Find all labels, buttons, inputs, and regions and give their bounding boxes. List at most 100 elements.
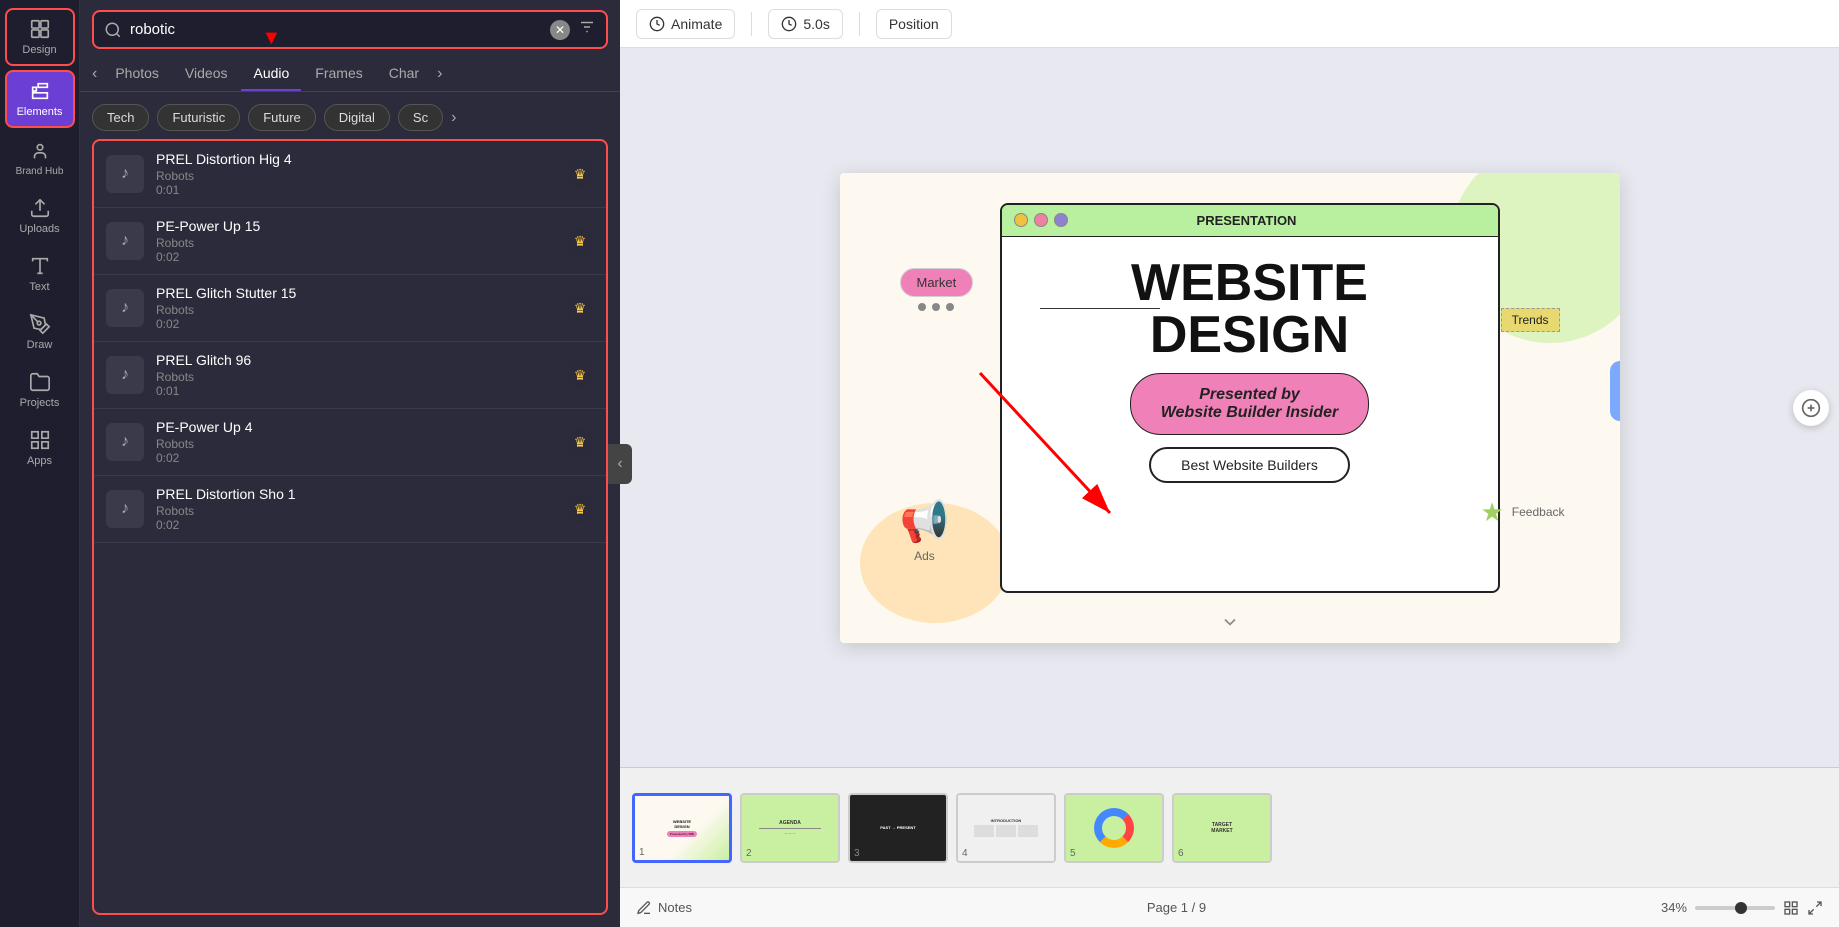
presented-by-button: Presented byWebsite Builder Insider xyxy=(1130,373,1370,435)
toolbar-separator-2 xyxy=(859,12,860,36)
audio-item-1[interactable]: ♪ PREL Distortion Hig 4 Robots 0:01 ♛ xyxy=(94,141,606,208)
audio-item-2[interactable]: ♪ PE-Power Up 15 Robots 0:02 ♛ xyxy=(94,208,606,275)
add-animation-button[interactable] xyxy=(1793,390,1829,426)
chip-futuristic[interactable]: Futuristic xyxy=(157,104,240,131)
sidebar-item-apps[interactable]: Apps xyxy=(5,421,75,475)
ads-icon: 📢 xyxy=(900,498,950,545)
audio-duration-4: 0:01 xyxy=(156,384,554,398)
clock-icon xyxy=(781,16,797,32)
audio-title-3: PREL Glitch Stutter 15 xyxy=(156,285,554,301)
cat-prev-button[interactable]: ‹ xyxy=(88,61,101,87)
audio-title-1: PREL Distortion Hig 4 xyxy=(156,151,554,167)
crown-badge-2: ♛ xyxy=(566,227,594,255)
audio-subtitle-5: Robots xyxy=(156,437,554,451)
grid-icon[interactable] xyxy=(1783,900,1799,916)
browser-titlebar: PRESENTATION xyxy=(1002,205,1498,237)
thumb-num-2: 2 xyxy=(746,848,752,859)
audio-info-2: PE-Power Up 15 Robots 0:02 xyxy=(156,218,554,264)
animate-button[interactable]: Animate xyxy=(636,9,735,39)
thumbnail-6[interactable]: TARGETMARKET 6 xyxy=(1172,793,1272,863)
audio-title-2: PE-Power Up 15 xyxy=(156,218,554,234)
browser-window: PRESENTATION WEBSITE DESIGN Presented by… xyxy=(1000,203,1500,593)
sidebar-item-design[interactable]: Design xyxy=(5,8,75,66)
audio-item-5[interactable]: ♪ PE-Power Up 4 Robots 0:02 ♛ xyxy=(94,409,606,476)
audio-item-3[interactable]: ♪ PREL Glitch Stutter 15 Robots 0:02 ♛ xyxy=(94,275,606,342)
sidebar-item-projects[interactable]: Projects xyxy=(5,363,75,417)
cat-tab-char[interactable]: Char xyxy=(377,57,431,91)
audio-duration-6: 0:02 xyxy=(156,518,554,532)
audio-duration-5: 0:02 xyxy=(156,451,554,465)
chip-tech[interactable]: Tech xyxy=(92,104,149,131)
feedback-text: Feedback xyxy=(1512,505,1565,519)
audio-subtitle-6: Robots xyxy=(156,504,554,518)
thumbnail-2[interactable]: AGENDA — — — 2 xyxy=(740,793,840,863)
sidebar-label-uploads: Uploads xyxy=(19,223,59,235)
audio-subtitle-2: Robots xyxy=(156,236,554,250)
status-left: Notes xyxy=(636,900,692,916)
thumbnail-5[interactable]: 5 xyxy=(1064,793,1164,863)
audio-icon-6: ♪ xyxy=(106,490,144,528)
notes-label: Notes xyxy=(658,900,692,915)
thumb-num-6: 6 xyxy=(1178,848,1184,859)
zoom-level: 34% xyxy=(1661,900,1687,915)
main-heading: WEBSITE DESIGN xyxy=(1131,257,1368,361)
collapse-panel-button[interactable]: ‹ xyxy=(608,444,632,484)
chip-future[interactable]: Future ▼ xyxy=(248,104,316,131)
audio-item-4[interactable]: ♪ PREL Glitch 96 Robots 0:01 ♛ xyxy=(94,342,606,409)
animate-icon xyxy=(649,16,665,32)
sidebar-label-projects: Projects xyxy=(20,397,60,409)
sidebar-label-apps: Apps xyxy=(27,455,52,467)
sidebar-label-elements: Elements xyxy=(17,106,63,118)
blue-partial-indicator xyxy=(1610,361,1620,421)
sidebar-label-draw: Draw xyxy=(27,339,53,351)
chip-digital[interactable]: Digital xyxy=(324,104,390,131)
sidebar-item-text[interactable]: Text xyxy=(5,247,75,301)
star-icon: ★ xyxy=(1480,497,1503,528)
expand-icon[interactable] xyxy=(1807,900,1823,916)
market-label: Market xyxy=(900,268,974,297)
position-button[interactable]: Position xyxy=(876,9,952,39)
page-indicator: Page 1 / 9 xyxy=(1147,900,1206,915)
zoom-thumb[interactable] xyxy=(1735,902,1747,914)
sidebar-item-brand-hub[interactable]: Brand Hub xyxy=(5,132,75,185)
audio-info-5: PE-Power Up 4 Robots 0:02 xyxy=(156,419,554,465)
canvas-wrap: Market PRESENTATION xyxy=(620,48,1839,767)
cat-tab-videos[interactable]: Videos xyxy=(173,57,240,91)
canvas-slide[interactable]: Market PRESENTATION xyxy=(840,173,1620,643)
ads-area: 📢 Ads xyxy=(900,498,950,563)
dot-pink xyxy=(1034,213,1048,227)
audio-title-5: PE-Power Up 4 xyxy=(156,419,554,435)
dot-purple xyxy=(1054,213,1068,227)
thumbnail-1[interactable]: WEBSITEDESIGN Presented by WBI 1 xyxy=(632,793,732,863)
category-tabs: ‹ Photos Videos Audio ▼ Frames Char › xyxy=(80,57,620,92)
duration-button[interactable]: 5.0s xyxy=(768,9,842,39)
audio-info-1: PREL Distortion Hig 4 Robots 0:01 xyxy=(156,151,554,197)
thumb-num-3: 3 xyxy=(854,848,860,859)
search-input[interactable]: robotic xyxy=(130,21,542,38)
audio-list: ♪ PREL Distortion Hig 4 Robots 0:01 ♛ ♪ … xyxy=(92,139,608,915)
thumb-num-1: 1 xyxy=(639,847,645,858)
search-clear-button[interactable]: ✕ xyxy=(550,20,570,40)
audio-duration-3: 0:02 xyxy=(156,317,554,331)
cat-next-button[interactable]: › xyxy=(433,61,446,87)
sidebar-item-uploads[interactable]: Uploads xyxy=(5,189,75,243)
cat-tab-photos[interactable]: Photos xyxy=(103,57,171,91)
crown-badge-1: ♛ xyxy=(566,160,594,188)
cat-tab-audio[interactable]: Audio ▼ xyxy=(241,57,301,91)
chip-sc[interactable]: Sc xyxy=(398,104,443,131)
browser-title: PRESENTATION xyxy=(1197,213,1297,228)
audio-duration-2: 0:02 xyxy=(156,250,554,264)
cat-tab-frames[interactable]: Frames xyxy=(303,57,374,91)
sidebar-item-elements[interactable]: Elements xyxy=(5,70,75,128)
zoom-slider[interactable] xyxy=(1695,906,1775,910)
connector-line xyxy=(1040,308,1160,309)
search-filter-button[interactable] xyxy=(578,18,596,41)
sidebar-item-draw[interactable]: Draw xyxy=(5,305,75,359)
slide-thumbnails: WEBSITEDESIGN Presented by WBI 1 AGENDA … xyxy=(620,767,1839,887)
thumbnail-4[interactable]: INTRODUCTION 4 xyxy=(956,793,1056,863)
audio-icon-3: ♪ xyxy=(106,289,144,327)
audio-item-6[interactable]: ♪ PREL Distortion Sho 1 Robots 0:02 ♛ xyxy=(94,476,606,543)
chip-more-button[interactable]: › xyxy=(451,109,456,127)
thumbnail-3[interactable]: PAST → PRESENT 3 xyxy=(848,793,948,863)
search-icon xyxy=(104,21,122,39)
